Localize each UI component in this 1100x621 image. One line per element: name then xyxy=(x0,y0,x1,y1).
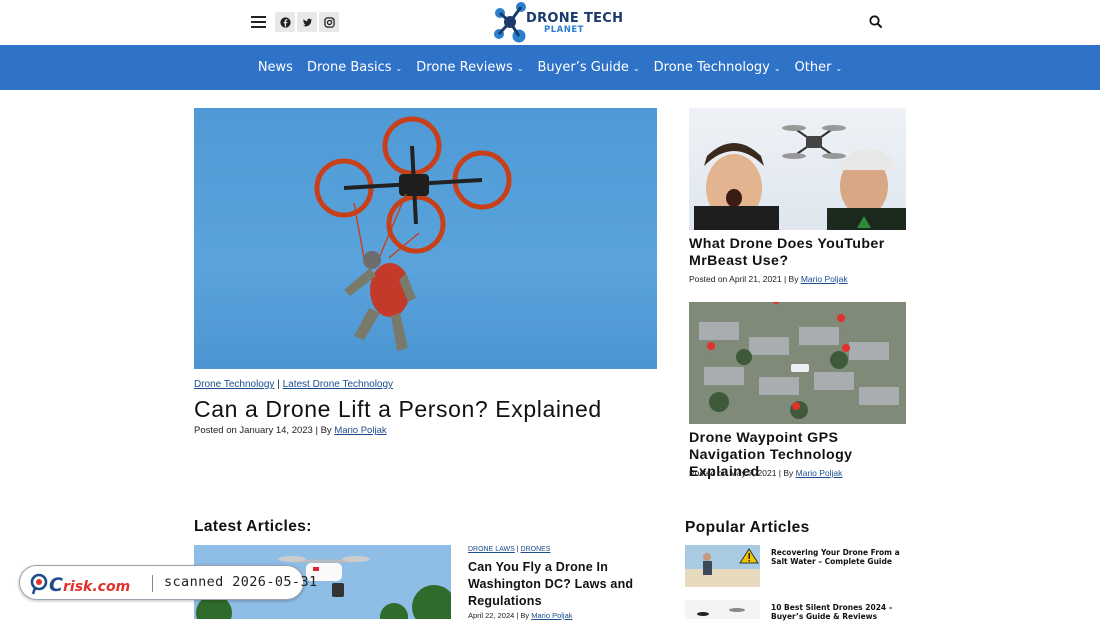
popular-articles-heading: Popular Articles xyxy=(685,519,810,536)
popular-article-image[interactable] xyxy=(685,600,760,619)
pcrisk-logo: C risk.com xyxy=(30,573,130,596)
site-header: DRONE TECH PLANET xyxy=(0,0,1100,45)
latest-articles-heading: Latest Articles: xyxy=(194,518,312,535)
latest-article-title[interactable]: Can You Fly a Drone In Washington DC? La… xyxy=(468,559,643,610)
posted-prefix: Posted on xyxy=(689,468,730,478)
category-link[interactable]: DRONES xyxy=(521,546,551,553)
by-prefix: | By xyxy=(776,468,796,478)
nav-item-label: News xyxy=(257,60,293,75)
nav-item-drone-technology[interactable]: Drone Technology ⌄ xyxy=(654,60,781,75)
scan-date-text: scanned 2026-05-31 xyxy=(164,574,318,590)
post-date: January 14, 2023 xyxy=(239,425,313,436)
search-icon[interactable] xyxy=(868,14,884,30)
nav-item-label: Drone Basics xyxy=(306,60,392,75)
chevron-down-icon: ⌄ xyxy=(395,64,403,73)
nav-item-drone-basics[interactable]: Drone Basics ⌄ xyxy=(307,60,402,75)
hamburger-icon[interactable] xyxy=(251,13,266,31)
author-link[interactable]: Mario Poljak xyxy=(801,274,848,284)
side-article-meta: Posted on May 7, 2021 | By Mario Poljak xyxy=(689,468,842,478)
nav-item-label: Drone Technology xyxy=(653,60,770,75)
logo-drone-icon xyxy=(494,2,526,43)
badge-divider xyxy=(152,575,153,592)
category-link[interactable]: Latest Drone Technology xyxy=(283,379,393,390)
instagram-icon[interactable] xyxy=(319,12,339,32)
nav-item-drone-reviews[interactable]: Drone Reviews ⌄ xyxy=(416,60,523,75)
nav-item-other[interactable]: Other ⌄ xyxy=(795,60,843,75)
by-prefix: | By xyxy=(781,274,801,284)
nav-item-label: Buyer’s Guide xyxy=(537,60,629,75)
main-nav: News Drone Basics ⌄ Drone Reviews ⌄ Buyer’… xyxy=(0,45,1100,90)
svg-text:C: C xyxy=(49,574,63,596)
chevron-down-icon: ⌄ xyxy=(516,64,524,73)
nav-item-news[interactable]: News xyxy=(258,60,293,75)
nav-item-buyers-guide[interactable]: Buyer’s Guide ⌄ xyxy=(538,60,640,75)
side-article-image[interactable] xyxy=(689,302,906,424)
author-link[interactable]: Mario Poljak xyxy=(796,468,843,478)
category-link[interactable]: Drone Technology xyxy=(194,379,274,390)
popular-article-title[interactable]: 10 Best Silent Drones 2024 – Buyer’s Gui… xyxy=(771,603,906,621)
by-prefix: | By xyxy=(312,425,335,436)
facebook-icon[interactable] xyxy=(275,12,295,32)
popular-article-image[interactable] xyxy=(685,545,760,587)
hero-image[interactable] xyxy=(194,108,657,369)
scan-watermark-badge: C risk.com scanned 2026-05-31 xyxy=(19,565,317,600)
hero-title[interactable]: Can a Drone Lift a Person? Explained xyxy=(194,396,602,423)
author-link[interactable]: Mario Poljak xyxy=(334,425,386,436)
post-date: April 21, 2021 xyxy=(729,274,782,284)
category-separator: | xyxy=(274,379,283,390)
posted-prefix: Posted on xyxy=(194,425,240,436)
twitter-icon[interactable] xyxy=(297,12,317,32)
svg-text:risk.com: risk.com xyxy=(63,579,130,595)
site-logo[interactable]: DRONE TECH PLANET xyxy=(492,1,623,43)
latest-article-categories: DRONE LAWS | DRONES xyxy=(468,546,550,553)
logo-text: DRONE TECH xyxy=(526,11,624,26)
popular-article-title[interactable]: Recovering Your Drone From a Salt Water … xyxy=(771,548,906,566)
post-date: May 7, 2021 xyxy=(729,468,777,478)
side-article-title[interactable]: What Drone Does YouTuber MrBeast Use? xyxy=(689,236,914,270)
hero-meta: Posted on January 14, 2023 | By Mario Po… xyxy=(194,425,387,436)
chevron-down-icon: ⌄ xyxy=(632,64,640,73)
nav-item-label: Other xyxy=(794,60,832,75)
nav-item-label: Drone Reviews xyxy=(416,60,513,75)
chevron-down-icon: ⌄ xyxy=(773,64,781,73)
category-link[interactable]: DRONE LAWS xyxy=(468,546,515,553)
logo-subtext: PLANET xyxy=(544,25,584,35)
chevron-down-icon: ⌄ xyxy=(835,64,843,73)
hero-categories: Drone Technology | Latest Drone Technolo… xyxy=(194,379,393,390)
side-article-meta: Posted on April 21, 2021 | By Mario Polj… xyxy=(689,274,848,284)
posted-prefix: Posted on xyxy=(689,274,730,284)
side-article-image[interactable] xyxy=(689,108,906,230)
